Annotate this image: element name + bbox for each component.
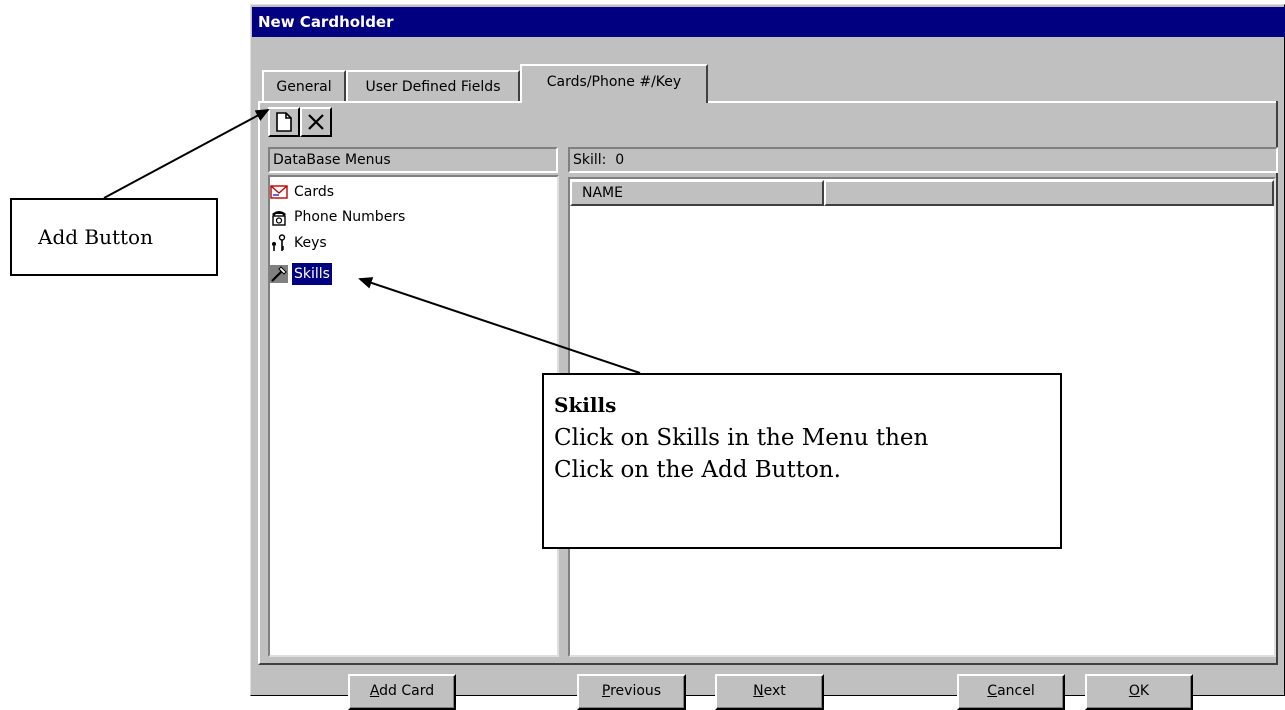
arrow-to-add-button <box>103 109 270 199</box>
arrow-to-skills <box>358 277 641 374</box>
annotation-arrows <box>103 109 641 374</box>
